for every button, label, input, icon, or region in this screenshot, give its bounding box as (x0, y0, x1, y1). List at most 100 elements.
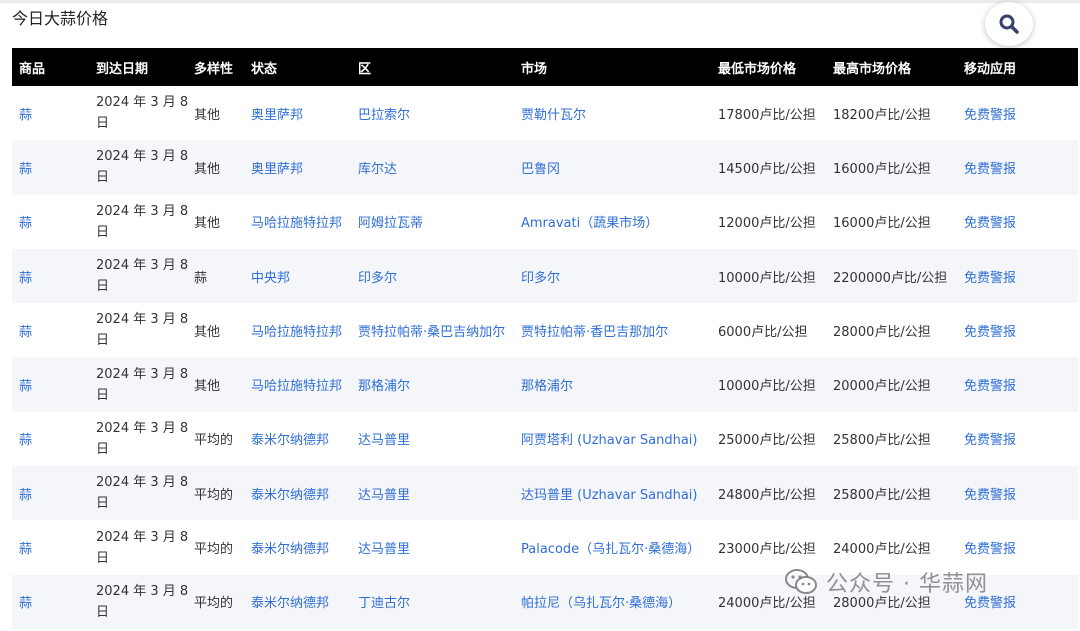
top-divider (0, 0, 1080, 3)
table-row: 蒜 2024 年 3 月 8 日其他 马哈拉施特拉邦 阿姆拉瓦蒂 Amravati（蔬果… (12, 194, 1078, 249)
table-row: 蒜 2024 年 3 月 8 日其他 奥里萨邦 巴拉索尔 贾勒什瓦尔 17800卢比/公担… (12, 86, 1078, 141)
free-alert-link[interactable]: 免费警报 (964, 303, 1078, 357)
commodity-link[interactable]: 蒜 (12, 140, 96, 194)
arrival-date: 2024 年 3 月 8 日 (96, 366, 189, 403)
variety: 其他 (194, 107, 221, 123)
market-link[interactable]: 达玛普里 (Uzhavar Sandhai) (521, 466, 718, 520)
district-link[interactable]: 印多尔 (358, 249, 521, 303)
state-link[interactable]: 中央邦 (251, 249, 358, 303)
watermark: 公众号 · 华蒜网 (784, 566, 988, 598)
table-row: 蒜 2024 年 3 月 8 日其他 奥里萨邦 库尔达 巴鲁冈 14500卢比/公担 160… (12, 140, 1078, 195)
state-link[interactable]: 马哈拉施特拉邦 (251, 303, 358, 357)
header-mobile-app: 移动应用 (964, 61, 1017, 77)
header-district: 区 (358, 61, 372, 77)
state-link[interactable]: 泰米尔纳德邦 (251, 520, 358, 574)
free-alert-link[interactable]: 免费警报 (964, 140, 1078, 194)
commodity-link[interactable]: 蒜 (12, 412, 96, 466)
arrival-date: 2024 年 3 月 8 日 (96, 583, 189, 620)
commodity-link[interactable]: 蒜 (12, 249, 96, 303)
variety: 其他 (194, 379, 221, 395)
max-price: 2200000卢比/公担 (833, 270, 948, 286)
commodity-link[interactable]: 蒜 (12, 466, 96, 520)
free-alert-link[interactable]: 免费警报 (964, 195, 1078, 249)
header-market: 市场 (521, 61, 548, 77)
commodity-link[interactable]: 蒜 (12, 303, 96, 357)
commodity-link[interactable]: 蒜 (12, 86, 96, 140)
header-min-price: 最低市场价格 (718, 61, 797, 77)
district-link[interactable]: 阿姆拉瓦蒂 (358, 195, 521, 249)
district-link[interactable]: 达马普里 (358, 520, 521, 574)
header-arrival-date: 到达日期 (96, 61, 149, 77)
free-alert-link[interactable]: 免费警报 (964, 357, 1078, 411)
table-row: 蒜 2024 年 3 月 8 日平均的 泰米尔纳德邦 达马普里 阿贾塔利 (Uzhava… (12, 411, 1078, 467)
header-max-price: 最高市场价格 (833, 61, 912, 77)
search-button[interactable] (985, 2, 1033, 46)
table-row: 蒜 2024 年 3 月 8 日蒜中央邦 印多尔 印多尔 10000卢比/公担 22000… (12, 248, 1078, 304)
district-link[interactable]: 巴拉索尔 (358, 86, 521, 140)
market-link[interactable]: Palacode（乌扎瓦尔·桑德海） (521, 520, 718, 574)
arrival-date: 2024 年 3 月 8 日 (96, 529, 189, 566)
header-state: 状态 (251, 61, 278, 77)
state-link[interactable]: 马哈拉施特拉邦 (251, 195, 358, 249)
arrival-date: 2024 年 3 月 8 日 (96, 312, 189, 349)
min-price: 10000卢比/公担 (718, 270, 816, 286)
variety: 平均的 (194, 433, 234, 449)
state-link[interactable]: 马哈拉施特拉邦 (251, 357, 358, 411)
market-link[interactable]: Amravati（蔬果市场） (521, 195, 718, 249)
min-price: 25000卢比/公担 (718, 433, 816, 449)
arrival-date: 2024 年 3 月 8 日 (96, 475, 189, 512)
market-link[interactable]: 那格浦尔 (521, 357, 718, 411)
state-link[interactable]: 泰米尔纳德邦 (251, 466, 358, 520)
market-link[interactable]: 贾勒什瓦尔 (521, 86, 718, 140)
max-price: 25800卢比/公担 (833, 487, 931, 503)
free-alert-link[interactable]: 免费警报 (964, 86, 1078, 140)
page-title: 今日大蒜价格 (12, 9, 109, 28)
state-link[interactable]: 奥里萨邦 (251, 86, 358, 140)
price-table-container: 商品 到达日期 多样性 状态区市场 最低市场价格 最高市场价格 移动应用 蒜 2024 年 3… (12, 48, 1078, 629)
commodity-link[interactable]: 蒜 (12, 575, 96, 629)
variety: 其他 (194, 216, 221, 232)
commodity-link[interactable]: 蒜 (12, 195, 96, 249)
variety: 其他 (194, 324, 221, 340)
commodity-link[interactable]: 蒜 (12, 520, 96, 574)
district-link[interactable]: 库尔达 (358, 140, 521, 194)
variety: 平均的 (194, 487, 234, 503)
commodity-link[interactable]: 蒜 (12, 357, 96, 411)
free-alert-link[interactable]: 免费警报 (964, 466, 1078, 520)
table-row: 蒜 2024 年 3 月 8 日其他 马哈拉施特拉邦 贾特拉帕蒂·桑巴吉纳加尔 贾特拉帕… (12, 303, 1078, 358)
district-link[interactable]: 达马普里 (358, 466, 521, 520)
min-price: 14500卢比/公担 (718, 161, 816, 177)
min-price: 12000卢比/公担 (718, 216, 816, 232)
variety: 蒜 (194, 270, 208, 286)
table-header-row: 商品 到达日期 多样性 状态 区 市场 最低市场价格 最高市场价格 移动应用 (12, 48, 1078, 86)
market-link[interactable]: 印多尔 (521, 249, 718, 303)
state-link[interactable]: 泰米尔纳德邦 (251, 575, 358, 629)
header-commodity: 商品 (19, 61, 46, 77)
market-link[interactable]: 帕拉尼（乌扎瓦尔·桑德海） (521, 575, 718, 629)
max-price: 28000卢比/公担 (833, 324, 931, 340)
min-price: 6000卢比/公担 (718, 324, 808, 340)
variety: 平均的 (194, 596, 234, 612)
free-alert-link[interactable]: 免费警报 (964, 249, 1078, 303)
district-link[interactable]: 贾特拉帕蒂·桑巴吉纳加尔 (358, 303, 521, 357)
district-link[interactable]: 达马普里 (358, 412, 521, 466)
table-row: 蒜 2024 年 3 月 8 日平均的 泰米尔纳德邦 达马普里 达玛普里 (Uzhava… (12, 466, 1078, 521)
max-price: 20000卢比/公担 (833, 379, 931, 395)
header-variety: 多样性 (194, 61, 234, 77)
market-link[interactable]: 巴鲁冈 (521, 140, 718, 194)
arrival-date: 2024 年 3 月 8 日 (96, 420, 189, 457)
search-icon (999, 14, 1019, 34)
arrival-date: 2024 年 3 月 8 日 (96, 258, 189, 295)
min-price: 24800卢比/公担 (718, 487, 816, 503)
market-link[interactable]: 阿贾塔利 (Uzhavar Sandhai) (521, 412, 718, 466)
state-link[interactable]: 泰米尔纳德邦 (251, 412, 358, 466)
table-body: 蒜 2024 年 3 月 8 日其他 奥里萨邦 巴拉索尔 贾勒什瓦尔 17800卢比/公担… (12, 86, 1078, 629)
max-price: 25800卢比/公担 (833, 433, 931, 449)
watermark-text: 公众号 · 华蒜网 (826, 572, 988, 597)
free-alert-link[interactable]: 免费警报 (964, 412, 1078, 466)
state-link[interactable]: 奥里萨邦 (251, 140, 358, 194)
max-price: 16000卢比/公担 (833, 216, 931, 232)
market-link[interactable]: 贾特拉帕蒂·香巴吉那加尔 (521, 303, 718, 357)
district-link[interactable]: 那格浦尔 (358, 357, 521, 411)
district-link[interactable]: 丁迪古尔 (358, 575, 521, 629)
